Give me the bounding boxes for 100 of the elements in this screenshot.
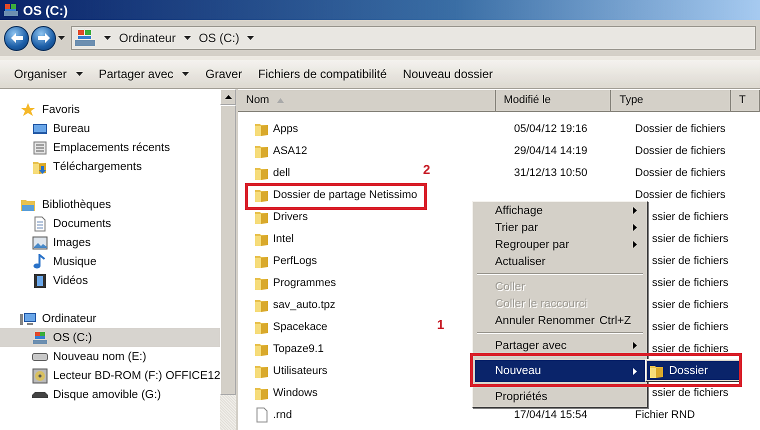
address-field[interactable]: Ordinateur OS (C:) (71, 26, 756, 50)
folder-icon (254, 253, 270, 269)
column-header[interactable]: Nom (238, 90, 496, 112)
arrow-left-icon (10, 33, 22, 43)
toolbar-button[interactable]: Fichiers de compatibilité (250, 62, 395, 86)
sidebar-item[interactable]: Disque amovible (G:) (0, 385, 220, 404)
file-name[interactable]: Spacekace (273, 321, 328, 333)
drive-icon (32, 352, 48, 360)
annotation-number: 2 (423, 162, 430, 177)
column-header[interactable]: T (731, 90, 760, 112)
menu-item[interactable]: Nouveau (475, 360, 645, 382)
annotation-number: 1 (437, 317, 444, 332)
folder-icon (254, 165, 270, 181)
sidebar-item[interactable]: Téléchargements (0, 157, 220, 176)
sidebar-item[interactable]: Nouveau nom (E:) (0, 347, 220, 366)
file-name[interactable]: dell (273, 167, 290, 179)
drive-icon (74, 28, 96, 48)
scrollbar[interactable] (220, 89, 236, 430)
arrow-right-icon (38, 33, 50, 43)
star-icon (20, 102, 36, 118)
file-type: ssier de fichiers (652, 211, 728, 223)
menu-item[interactable]: Actualiser (475, 253, 645, 270)
back-button[interactable] (4, 26, 29, 50)
toolbar-button[interactable]: Graver (197, 62, 250, 86)
music-note-icon (32, 254, 48, 270)
breadcrumb-caret-icon (184, 36, 191, 40)
disc-drive-icon (32, 368, 48, 384)
file-name[interactable]: Utilisateurs (273, 365, 328, 377)
caret-icon (76, 72, 83, 76)
sidebar-item[interactable]: Lecteur BD-ROM (F:) OFFICE12 (0, 366, 220, 385)
file-type: Fichier RND (635, 409, 695, 421)
sidebar-item[interactable]: Bureau (0, 119, 220, 138)
file-type: ssier de fichiers (652, 277, 728, 289)
menu-item[interactable]: Propriétés (475, 388, 645, 405)
file-name[interactable]: Programmes (273, 277, 336, 289)
sidebar-header[interactable]: Bibliothèques (0, 195, 220, 214)
file-name[interactable]: Windows (273, 387, 318, 399)
scroll-up-icon (224, 95, 232, 99)
sidebar-header[interactable]: Ordinateur (0, 309, 220, 328)
folder-icon (254, 209, 270, 225)
file-name[interactable]: ASA12 (273, 145, 308, 157)
folder-icon (254, 385, 270, 401)
menu-item[interactable]: Affichage (475, 202, 645, 219)
forward-button[interactable] (31, 26, 56, 50)
folder-icon (254, 363, 270, 379)
file-name[interactable]: PerfLogs (273, 255, 318, 267)
menu-item[interactable]: Dossier (647, 361, 739, 380)
file-type: Dossier de fichiers (635, 123, 726, 135)
file-type: ssier de fichiers (652, 343, 728, 355)
drive-icon (32, 392, 48, 398)
history-caret-icon (58, 36, 65, 40)
breadcrumb-caret-icon (247, 36, 254, 40)
column-header[interactable]: Modifié le (496, 90, 612, 112)
sidebar-item[interactable]: Images (0, 233, 220, 252)
computer-icon (20, 310, 36, 326)
menu-item[interactable]: Annuler Renommer Ctrl+Z (475, 312, 645, 329)
toolbar-button[interactable]: Organiser (6, 62, 91, 86)
file-type: Dossier de fichiers (635, 145, 726, 157)
film-icon (32, 272, 48, 288)
document-icon (32, 216, 48, 232)
folder-icon (254, 319, 270, 335)
folder-icon (254, 143, 270, 159)
file-name[interactable]: Drivers (273, 211, 308, 223)
sidebar-item[interactable]: Emplacements récents (0, 138, 220, 157)
file-name[interactable]: Apps (273, 123, 298, 135)
folder-icon (254, 275, 270, 291)
caret-icon (182, 72, 190, 76)
image-icon (32, 234, 48, 250)
file-name[interactable]: Intel (273, 233, 294, 245)
folder-icon (254, 187, 270, 203)
toolbar-button[interactable]: Partager avec (90, 62, 198, 86)
file-icon (254, 407, 270, 423)
toolbar-button[interactable]: Nouveau dossier (394, 62, 501, 86)
sidebar-item[interactable]: Musique (0, 252, 220, 271)
sidebar-item[interactable]: OS (C:) (0, 328, 220, 347)
window-title: OS (C:) (23, 2, 68, 18)
drive-icon (3, 2, 19, 18)
file-type: ssier de fichiers (652, 233, 728, 245)
file-type: ssier de fichiers (652, 321, 728, 333)
file-name[interactable]: Topaze9.1 (273, 343, 324, 355)
file-name[interactable]: Dossier de partage Netissimo (273, 189, 418, 201)
modified-date: 31/12/13 10:50 (514, 167, 588, 179)
file-name[interactable]: sav_auto.tpz (273, 299, 336, 311)
sidebar-header[interactable]: Favoris (0, 100, 220, 119)
sidebar-item[interactable]: Documents (0, 214, 220, 233)
folder-icon (254, 341, 270, 357)
file-type: ssier de fichiers (652, 299, 728, 311)
sidebar-item[interactable]: Vidéos (0, 271, 220, 290)
column-header[interactable]: Type (611, 90, 731, 112)
file-type: Dossier de fichiers (635, 167, 726, 179)
menu-item[interactable]: Partager avec (475, 337, 645, 354)
modified-date: 17/04/14 15:54 (514, 409, 588, 421)
file-name[interactable]: .rnd (273, 409, 292, 421)
drive-icon (32, 330, 48, 346)
menu-item[interactable]: Regrouper par (475, 236, 645, 253)
list-window-icon (32, 140, 48, 156)
menu-item[interactable]: Trier par (475, 219, 645, 236)
folder-icon (254, 121, 270, 137)
modified-date: 05/04/12 19:16 (514, 123, 588, 135)
folder-icon (254, 297, 270, 313)
